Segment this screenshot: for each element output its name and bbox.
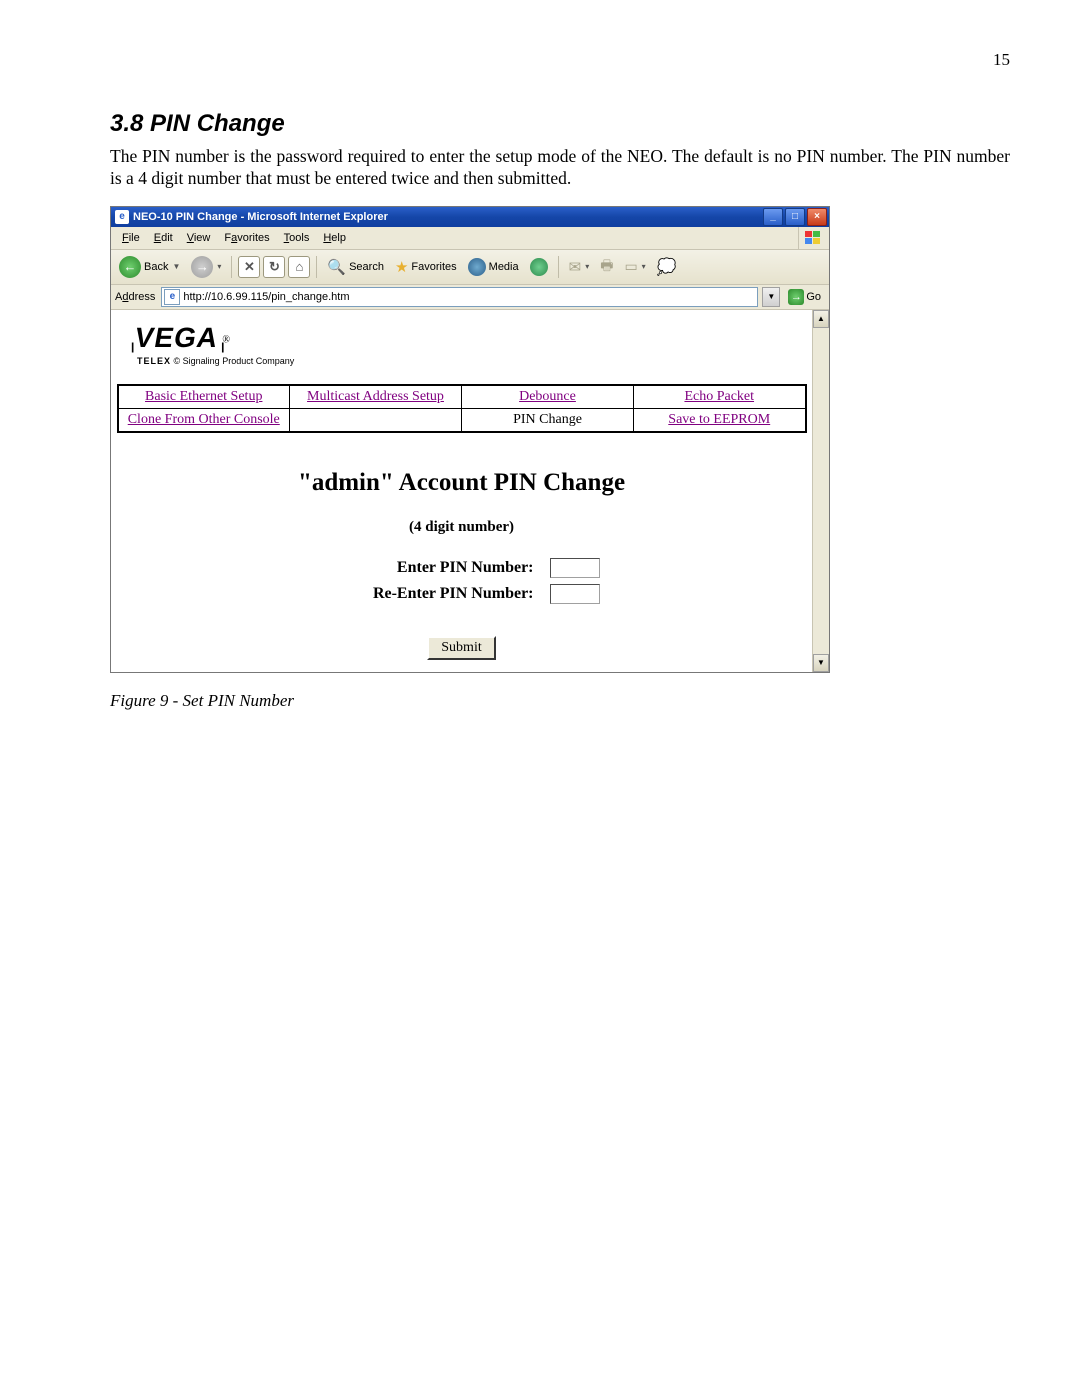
forward-arrow-icon: → [191,256,213,278]
favorites-label: Favorites [411,261,456,273]
nav-save-eeprom[interactable]: Save to EEPROM [668,412,770,427]
favorites-button[interactable]: ★ Favorites [391,256,461,278]
media-icon [468,258,486,276]
submit-button[interactable]: Submit [427,636,495,660]
vertical-scrollbar[interactable]: ▲ ▼ [812,310,829,672]
menu-favorites[interactable]: Favorites [217,230,276,246]
menu-view[interactable]: View [180,230,218,246]
ie-icon: e [115,210,129,224]
form-subtitle: (4 digit number) [115,519,808,536]
go-button[interactable]: → Go [784,289,825,305]
chevron-down-icon: ▾ [585,262,589,271]
toolbar: ← Back ▼ → ▾ ✕ ↻ ⌂ 🔍 Search ★ Favorites [111,250,829,285]
forward-button[interactable]: → ▾ [187,254,225,280]
home-button[interactable]: ⌂ [288,256,310,278]
media-button[interactable]: Media [464,256,523,278]
print-button[interactable]: 🖶 [596,253,617,281]
address-label: Address [115,291,157,303]
nav-basic-ethernet[interactable]: Basic Ethernet Setup [145,389,262,404]
maximize-button[interactable]: □ [785,208,805,226]
nav-multicast[interactable]: Multicast Address Setup [307,389,444,404]
nav-clone[interactable]: Clone From Other Console [128,412,280,427]
logo-sub-rest: © Signaling Product Company [174,356,295,366]
page-icon: e [164,289,180,305]
logo-brand: VEGA [132,322,221,354]
address-url: http://10.6.99.115/pin_change.htm [183,291,755,303]
chevron-down-icon: ▾ [217,262,221,271]
section-heading: 3.8 PIN Change [110,110,1010,138]
minimize-button[interactable]: _ [763,208,783,226]
menu-help[interactable]: Help [316,230,353,246]
address-input[interactable]: e http://10.6.99.115/pin_change.htm [161,287,758,307]
chevron-down-icon: ▾ [642,262,646,271]
window-title: NEO-10 PIN Change - Microsoft Internet E… [133,211,388,223]
mail-button[interactable]: ✉ ▾ [565,256,594,278]
go-arrow-icon: → [788,289,804,305]
scroll-down-icon[interactable]: ▼ [813,654,829,672]
discuss-button[interactable]: 💭 [653,255,681,279]
addressbar: Address e http://10.6.99.115/pin_change.… [111,285,829,310]
titlebar: e NEO-10 PIN Change - Microsoft Internet… [111,207,829,227]
page-number: 15 [110,50,1010,70]
logo: ||| VEGA |||® TELEX © Signaling Product … [115,314,808,372]
history-icon [530,258,548,276]
print-icon: 🖶 [600,255,613,279]
nav-echo-packet[interactable]: Echo Packet [684,389,754,404]
menu-edit[interactable]: Edit [147,230,180,246]
nav-empty [290,408,462,432]
search-button[interactable]: 🔍 Search [323,256,388,278]
figure-caption: Figure 9 - Set PIN Number [110,691,1010,711]
menu-file[interactable]: File [115,230,147,246]
nav-debounce[interactable]: Debounce [519,389,576,404]
chevron-down-icon: ▼ [172,262,180,271]
page-content: ||| VEGA |||® TELEX © Signaling Product … [111,310,812,672]
edit-button[interactable]: ▭ ▾ [620,256,649,277]
menu-tools[interactable]: Tools [277,230,317,246]
menubar: File Edit View Favorites Tools Help [111,227,829,250]
reenter-pin-input[interactable] [550,584,600,604]
nav-pin-change-current: PIN Change [462,408,634,432]
star-icon: ★ [395,258,408,276]
chat-icon: 💭 [657,257,677,277]
mail-icon: ✉ [569,258,582,276]
nav-table: Basic Ethernet Setup Multicast Address S… [117,384,807,433]
address-dropdown[interactable]: ▼ [762,287,780,307]
media-label: Media [489,261,519,273]
back-label: Back [144,261,168,273]
scroll-up-icon[interactable]: ▲ [813,310,829,328]
go-label: Go [806,291,821,303]
back-arrow-icon: ← [119,256,141,278]
windows-logo-icon [798,227,827,249]
back-button[interactable]: ← Back ▼ [115,254,184,280]
logo-sub-brand: TELEX [137,356,171,366]
browser-window: e NEO-10 PIN Change - Microsoft Internet… [110,206,830,673]
history-button[interactable] [526,256,552,278]
refresh-button[interactable]: ↻ [263,256,285,278]
stop-button[interactable]: ✕ [238,256,260,278]
edit-icon: ▭ [624,258,637,275]
form-title: "admin" Account PIN Change [115,469,808,497]
body-text: The PIN number is the password required … [110,146,1010,190]
close-button[interactable]: × [807,208,827,226]
reenter-pin-label: Re-Enter PIN Number: [324,585,534,603]
enter-pin-label: Enter PIN Number: [324,559,534,577]
enter-pin-input[interactable] [550,558,600,578]
search-icon: 🔍 [327,258,346,276]
search-label: Search [349,261,384,273]
